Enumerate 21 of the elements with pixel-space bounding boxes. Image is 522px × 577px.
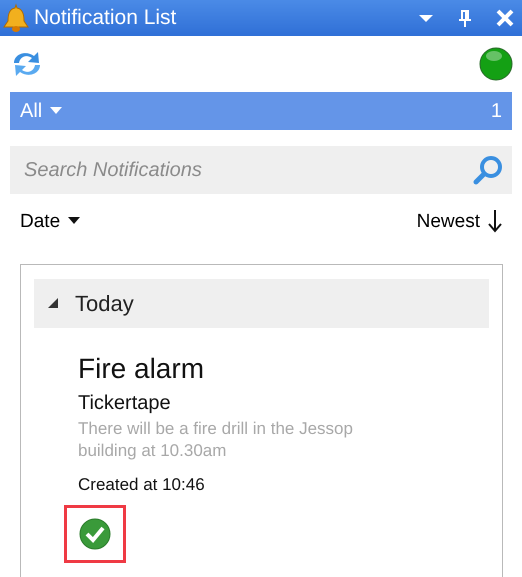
down-arrow-icon	[488, 209, 502, 233]
notification-title: Fire alarm	[78, 352, 206, 386]
expanded-icon	[48, 298, 59, 309]
dropdown-button[interactable]	[418, 13, 434, 23]
close-button[interactable]	[496, 9, 514, 27]
sort-order-button[interactable]: Newest	[416, 209, 502, 233]
acknowledge-button[interactable]	[78, 517, 112, 552]
sort-field-dropdown[interactable]: Date	[20, 212, 80, 230]
channel-label: Tickertape	[78, 390, 172, 416]
bell-icon	[2, 3, 30, 33]
search-input[interactable]: Search Notifications	[22, 154, 472, 186]
caret-icon	[68, 217, 80, 225]
pin-button[interactable]	[458, 8, 472, 28]
window-title: Notification List	[34, 5, 178, 32]
notification-message: There will be a fire drill in the Jessop building at 10.30am	[78, 418, 354, 462]
search-icon[interactable]	[472, 154, 504, 186]
search-field[interactable]: Search Notifications	[10, 146, 512, 194]
caret-icon	[50, 107, 62, 115]
group-header[interactable]: Today	[34, 279, 489, 328]
created-time: Created at 10:46	[78, 474, 206, 496]
count-label: 1	[490, 99, 502, 124]
